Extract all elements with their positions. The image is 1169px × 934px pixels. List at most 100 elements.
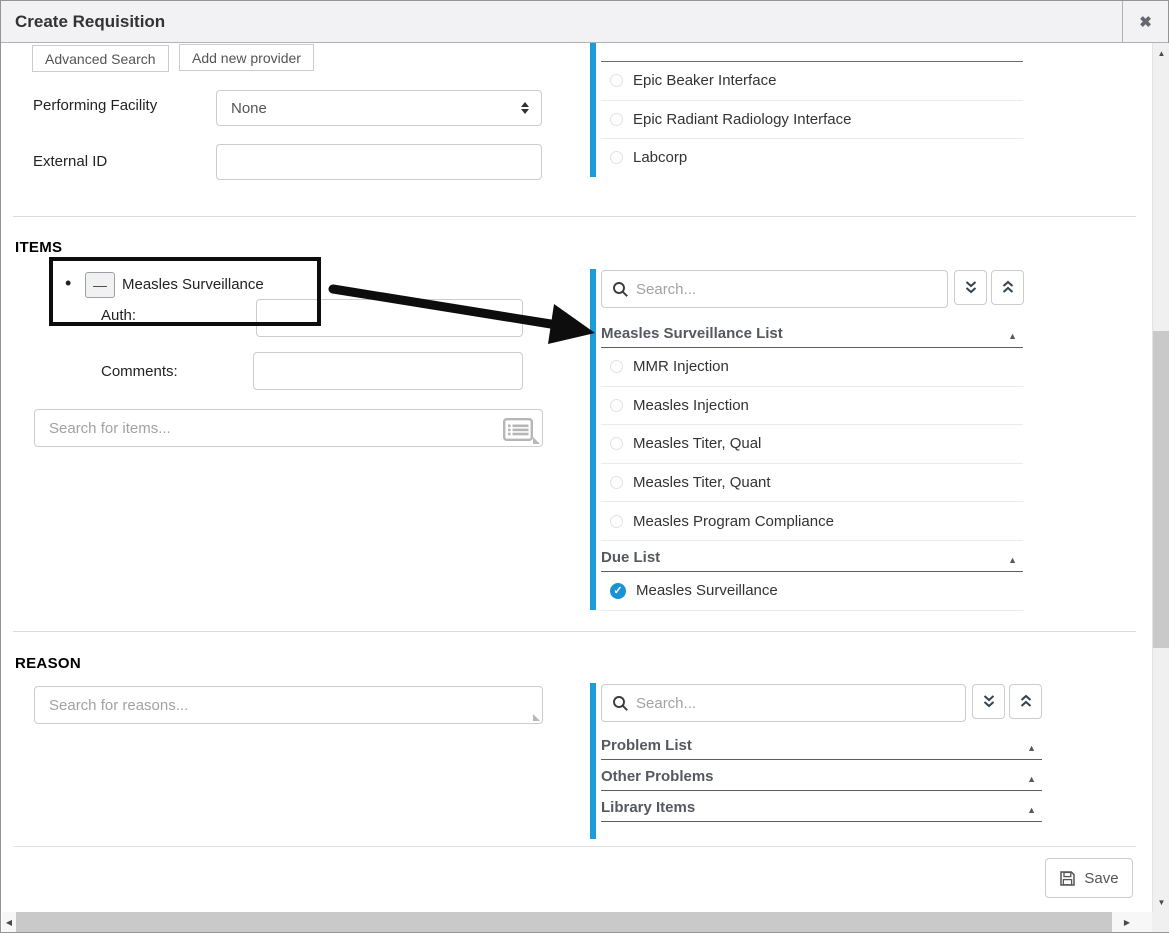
quick-list-rows: Epic Beaker Interface Epic Radiant Radiol… — [601, 62, 1023, 177]
resize-handle-icon[interactable] — [533, 714, 540, 721]
list-group-header[interactable]: Measles Surveillance List ▲ — [601, 317, 1023, 348]
reason-search-field — [34, 686, 543, 724]
auth-label: Auth: — [101, 307, 136, 324]
collapse-all-button[interactable] — [1009, 684, 1042, 719]
collapse-triangle-icon[interactable]: ▲ — [1027, 742, 1036, 754]
list-item[interactable]: ✓ Measles Surveillance — [601, 572, 1023, 611]
items-list-panel: Measles Surveillance List ▲ MMR Injection M… — [590, 269, 1035, 614]
reason-list-panel: Problem List▲Other Problems▲Library Item… — [590, 683, 1053, 841]
collapse-triangle-icon[interactable]: ▲ — [1008, 330, 1017, 342]
save-disk-icon — [1059, 870, 1076, 887]
list-item[interactable]: Measles Titer, Quant — [601, 464, 1023, 503]
section-divider — [13, 216, 1136, 217]
collapse-all-button[interactable] — [991, 270, 1024, 305]
radio-icon[interactable] — [610, 437, 623, 450]
double-chevron-up-icon — [1019, 694, 1033, 710]
reason-search-input[interactable] — [35, 687, 542, 723]
items-panel-groups: Measles Surveillance List ▲ MMR Injection M… — [601, 317, 1023, 611]
scroll-up-icon[interactable]: ▲ — [1153, 45, 1169, 61]
radio-icon[interactable] — [610, 515, 623, 528]
create-requisition-modal: Create Requisition ✖ Advanced Search Add… — [0, 0, 1169, 933]
list-group-header[interactable]: Library Items ▲ — [601, 791, 1042, 822]
collapse-triangle-icon[interactable]: ▲ — [1027, 804, 1036, 816]
list-item-label: Epic Beaker Interface — [633, 72, 776, 89]
list-item[interactable]: Epic Beaker Interface — [601, 62, 1023, 101]
close-button[interactable]: ✖ — [1122, 1, 1168, 43]
group-header-label: Other Problems — [601, 768, 714, 785]
expand-all-button[interactable] — [972, 684, 1005, 719]
radio-icon[interactable] — [610, 476, 623, 489]
group-header-label: Measles Surveillance List — [601, 325, 783, 342]
scroll-right-icon[interactable]: ▶ — [1120, 912, 1134, 932]
reason-panel-groups: Problem List▲Other Problems▲Library Item… — [601, 729, 1042, 822]
collapse-triangle-icon[interactable]: ▲ — [1008, 554, 1017, 566]
collapse-triangle-icon[interactable]: ▲ — [1027, 773, 1036, 785]
list-icon — [503, 418, 533, 441]
section-divider — [13, 631, 1136, 632]
collapse-item-button[interactable]: — — [85, 272, 115, 298]
double-chevron-up-icon — [1001, 280, 1015, 296]
comments-label: Comments: — [101, 363, 178, 380]
save-button[interactable]: Save — [1045, 858, 1133, 898]
list-item-label: Measles Titer, Qual — [633, 435, 761, 452]
reason-panel-search-field — [601, 684, 966, 722]
radio-icon[interactable] — [610, 360, 623, 373]
list-item[interactable]: Measles Titer, Qual — [601, 425, 1023, 464]
list-item-label: MMR Injection — [633, 358, 729, 375]
scroll-left-icon[interactable]: ◀ — [2, 912, 16, 932]
list-item[interactable]: Labcorp — [601, 139, 1023, 177]
vertical-scrollbar[interactable]: ▲ ▼ — [1152, 43, 1169, 912]
footer-divider — [13, 846, 1136, 847]
group-header-label: Due List — [601, 549, 660, 566]
add-new-provider-button[interactable]: Add new provider — [179, 44, 314, 71]
items-panel-search-input[interactable] — [602, 271, 947, 307]
double-chevron-down-icon — [964, 280, 978, 296]
auth-input[interactable] — [256, 299, 523, 337]
comments-input[interactable] — [253, 352, 523, 390]
external-id-input[interactable] — [216, 144, 542, 180]
items-heading: ITEMS — [15, 239, 62, 256]
vertical-scrollbar-thumb[interactable] — [1153, 331, 1169, 648]
checked-icon[interactable]: ✓ — [610, 583, 626, 599]
items-search-input[interactable] — [35, 410, 542, 446]
advanced-search-button[interactable]: Advanced Search — [32, 45, 169, 72]
item-bullet: • — [65, 273, 71, 294]
radio-icon[interactable] — [610, 113, 623, 126]
scrollbar-corner — [1152, 912, 1169, 932]
selected-item-name: Measles Surveillance — [122, 276, 264, 293]
list-item-label: Measles Program Compliance — [633, 513, 834, 530]
list-item-label: Measles Titer, Quant — [633, 474, 771, 491]
list-item[interactable]: Measles Program Compliance — [601, 502, 1023, 541]
select-arrows-icon — [521, 102, 529, 114]
scroll-down-icon[interactable]: ▼ — [1153, 894, 1169, 910]
list-group-header[interactable]: Due List ▲ — [601, 541, 1023, 572]
list-item-label: Labcorp — [633, 149, 687, 166]
list-group-header[interactable]: Problem List▲ — [601, 729, 1042, 760]
performing-facility-label: Performing Facility — [33, 97, 157, 114]
radio-icon[interactable] — [610, 151, 623, 164]
group-header-label: Library Items — [601, 799, 695, 816]
list-item-label: Measles Surveillance — [636, 582, 778, 599]
modal-titlebar: Create Requisition ✖ — [1, 1, 1168, 43]
radio-icon[interactable] — [610, 399, 623, 412]
list-item-label: Measles Injection — [633, 397, 749, 414]
list-item[interactable]: Epic Radiant Radiology Interface — [601, 101, 1023, 140]
double-chevron-down-icon — [982, 694, 996, 710]
horizontal-scrollbar[interactable]: ◀ ▶ — [2, 912, 1152, 932]
item-list-picker-button[interactable] — [502, 417, 534, 441]
list-group-header[interactable]: Other Problems ▲ — [601, 760, 1042, 791]
items-panel-search-field — [601, 270, 948, 308]
list-item-label: Epic Radiant Radiology Interface — [633, 111, 851, 128]
list-item[interactable]: Measles Injection — [601, 387, 1023, 426]
resize-handle-icon[interactable] — [533, 437, 540, 444]
radio-icon[interactable] — [610, 74, 623, 87]
reason-panel-search-input[interactable] — [602, 685, 965, 721]
panel-accent-bar — [590, 269, 596, 610]
modal-title: Create Requisition — [1, 12, 1122, 32]
list-item[interactable]: MMR Injection — [601, 348, 1023, 387]
horizontal-scrollbar-thumb[interactable] — [16, 912, 1112, 932]
quick-list-panel: Quick List Epic Beaker InterfaceEpic Rad… — [590, 43, 1031, 177]
performing-facility-select[interactable]: None — [216, 90, 542, 126]
expand-all-button[interactable] — [954, 270, 987, 305]
items-search-field — [34, 409, 543, 447]
